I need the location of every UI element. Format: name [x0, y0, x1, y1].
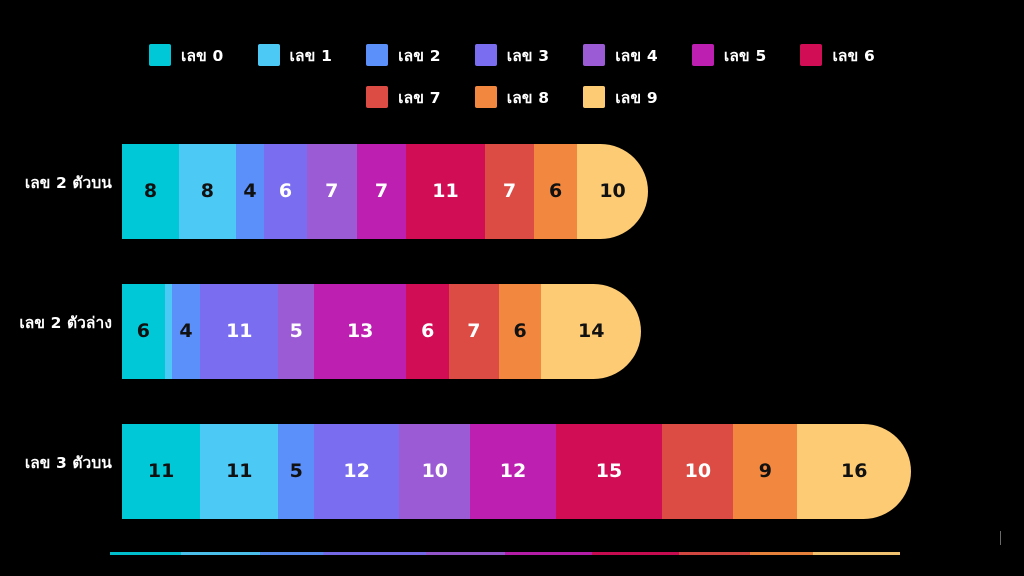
bar-segment[interactable]: 11 [122, 424, 201, 519]
legend-item-label: เลข 5 [723, 46, 767, 65]
legend-item-label: เลข 4 [615, 46, 658, 65]
bar-segment[interactable]: 8 [122, 144, 179, 239]
bar-segment[interactable]: 7 [356, 144, 407, 239]
legend-swatch-icon [148, 44, 171, 66]
legend-item[interactable]: เลข 9 [583, 85, 658, 110]
stacked-bar-chart: เลข 0 เลข 1 เลข 2 เลข 3 เลข 4 เลข 5 เลข 6 เลข … [0, 0, 1024, 576]
legend-swatch-icon [583, 44, 606, 66]
legend-item[interactable]: เลข 2 [366, 43, 441, 68]
bar-segment[interactable] [164, 284, 172, 379]
category-axis-label: เลข 3 ตัวบน [24, 453, 112, 472]
bar-segment[interactable]: 14 [541, 284, 641, 379]
bar-segment[interactable]: 4 [235, 144, 265, 239]
legend-swatch-icon [474, 44, 497, 66]
legend-swatch-icon [366, 44, 389, 66]
bar-segment[interactable]: 8 [178, 144, 236, 239]
legend-row-secondary: เลข 7 เลข 8 เลข 9 [0, 76, 1024, 118]
bar-segment[interactable]: 11 [200, 424, 279, 519]
legend-item[interactable]: เลข 8 [474, 85, 550, 110]
chart-row: เลข 2 ตัวล่าง 6 4 11 5 13 6 7 6 14 [0, 272, 1024, 379]
category-axis-label: เลข 2 ตัวล่าง [19, 313, 112, 332]
legend-item-label: เลข 6 [832, 46, 876, 65]
legend-item-label: เลข 1 [289, 46, 333, 65]
bar-segment[interactable]: 6 [264, 144, 307, 239]
bar-segment[interactable]: 5 [278, 284, 314, 379]
category-axis-label: เลข 2 ตัวบน [24, 173, 112, 192]
legend-item[interactable]: เลข 3 [474, 43, 550, 68]
legend-swatch-icon [800, 44, 823, 66]
legend-item-label: เลข 0 [180, 46, 224, 65]
axis-tick-mark [1000, 531, 1001, 545]
bar-segment[interactable]: 10 [577, 144, 649, 239]
legend-swatch-icon [366, 86, 389, 108]
legend-item-label: เลข 7 [398, 88, 441, 107]
bar-segment[interactable]: 9 [733, 424, 798, 519]
stacked-bar: 8 8 4 6 7 7 11 7 6 10 [122, 144, 649, 239]
bar-segment[interactable]: 7 [306, 144, 357, 239]
axis-baseline [110, 552, 900, 555]
legend-item-label: เลข 8 [506, 88, 550, 107]
bar-segment[interactable]: 16 [797, 424, 912, 519]
chart-row: เลข 2 ตัวบน 8 8 4 6 7 7 11 7 6 10 [0, 132, 1024, 239]
bar-segment[interactable]: 11 [200, 284, 279, 379]
legend-item[interactable]: เลข 0 [148, 43, 224, 68]
legend-item[interactable]: เลข 7 [366, 85, 441, 110]
bar-segment[interactable]: 10 [399, 424, 471, 519]
bar-segment[interactable]: 12 [470, 424, 556, 519]
bar-segment[interactable]: 15 [555, 424, 663, 519]
bar-segment[interactable]: 6 [534, 144, 577, 239]
legend-swatch-icon [583, 86, 606, 108]
bar-segment[interactable]: 7 [449, 284, 499, 379]
bar-segment[interactable]: 4 [171, 284, 201, 379]
bar-segment[interactable]: 6 [498, 284, 542, 379]
legend-item[interactable]: เลข 6 [800, 43, 875, 68]
bar-segment[interactable]: 12 [313, 424, 400, 519]
bar-segment[interactable]: 5 [278, 424, 314, 519]
legend-swatch-icon [257, 44, 280, 66]
legend-item-label: เลข 3 [506, 46, 550, 65]
stacked-bar: 6 4 11 5 13 6 7 6 14 [122, 284, 641, 379]
legend-row-primary: เลข 0 เลข 1 เลข 2 เลข 3 เลข 4 เลข 5 เลข 6 [0, 34, 1024, 76]
legend-swatch-icon [474, 86, 497, 108]
chart-row: เลข 3 ตัวบน 11 11 5 12 10 12 15 10 9 16 [0, 412, 1024, 519]
bar-segment[interactable]: 10 [662, 424, 734, 519]
bar-segment[interactable]: 6 [406, 284, 450, 379]
legend-item-label: เลข 2 [398, 46, 441, 65]
legend-item[interactable]: เลข 1 [257, 43, 333, 68]
bar-segment[interactable]: 11 [406, 144, 485, 239]
bar-segment[interactable]: 6 [122, 284, 165, 379]
legend-item-label: เลข 9 [615, 88, 658, 107]
bar-segment[interactable]: 13 [313, 284, 407, 379]
stacked-bar: 11 11 5 12 10 12 15 10 9 16 [122, 424, 912, 519]
legend-item[interactable]: เลข 5 [691, 43, 767, 68]
legend-item[interactable]: เลข 4 [583, 43, 658, 68]
bar-segment[interactable]: 7 [484, 144, 535, 239]
legend-swatch-icon [691, 44, 714, 66]
plot-area: เลข 2 ตัวบน 8 8 4 6 7 7 11 7 6 10 เลข 2 ตัวล่าง 6 4 11… [0, 132, 1024, 552]
chart-legend: เลข 0 เลข 1 เลข 2 เลข 3 เลข 4 เลข 5 เลข 6 เลข … [0, 34, 1024, 118]
